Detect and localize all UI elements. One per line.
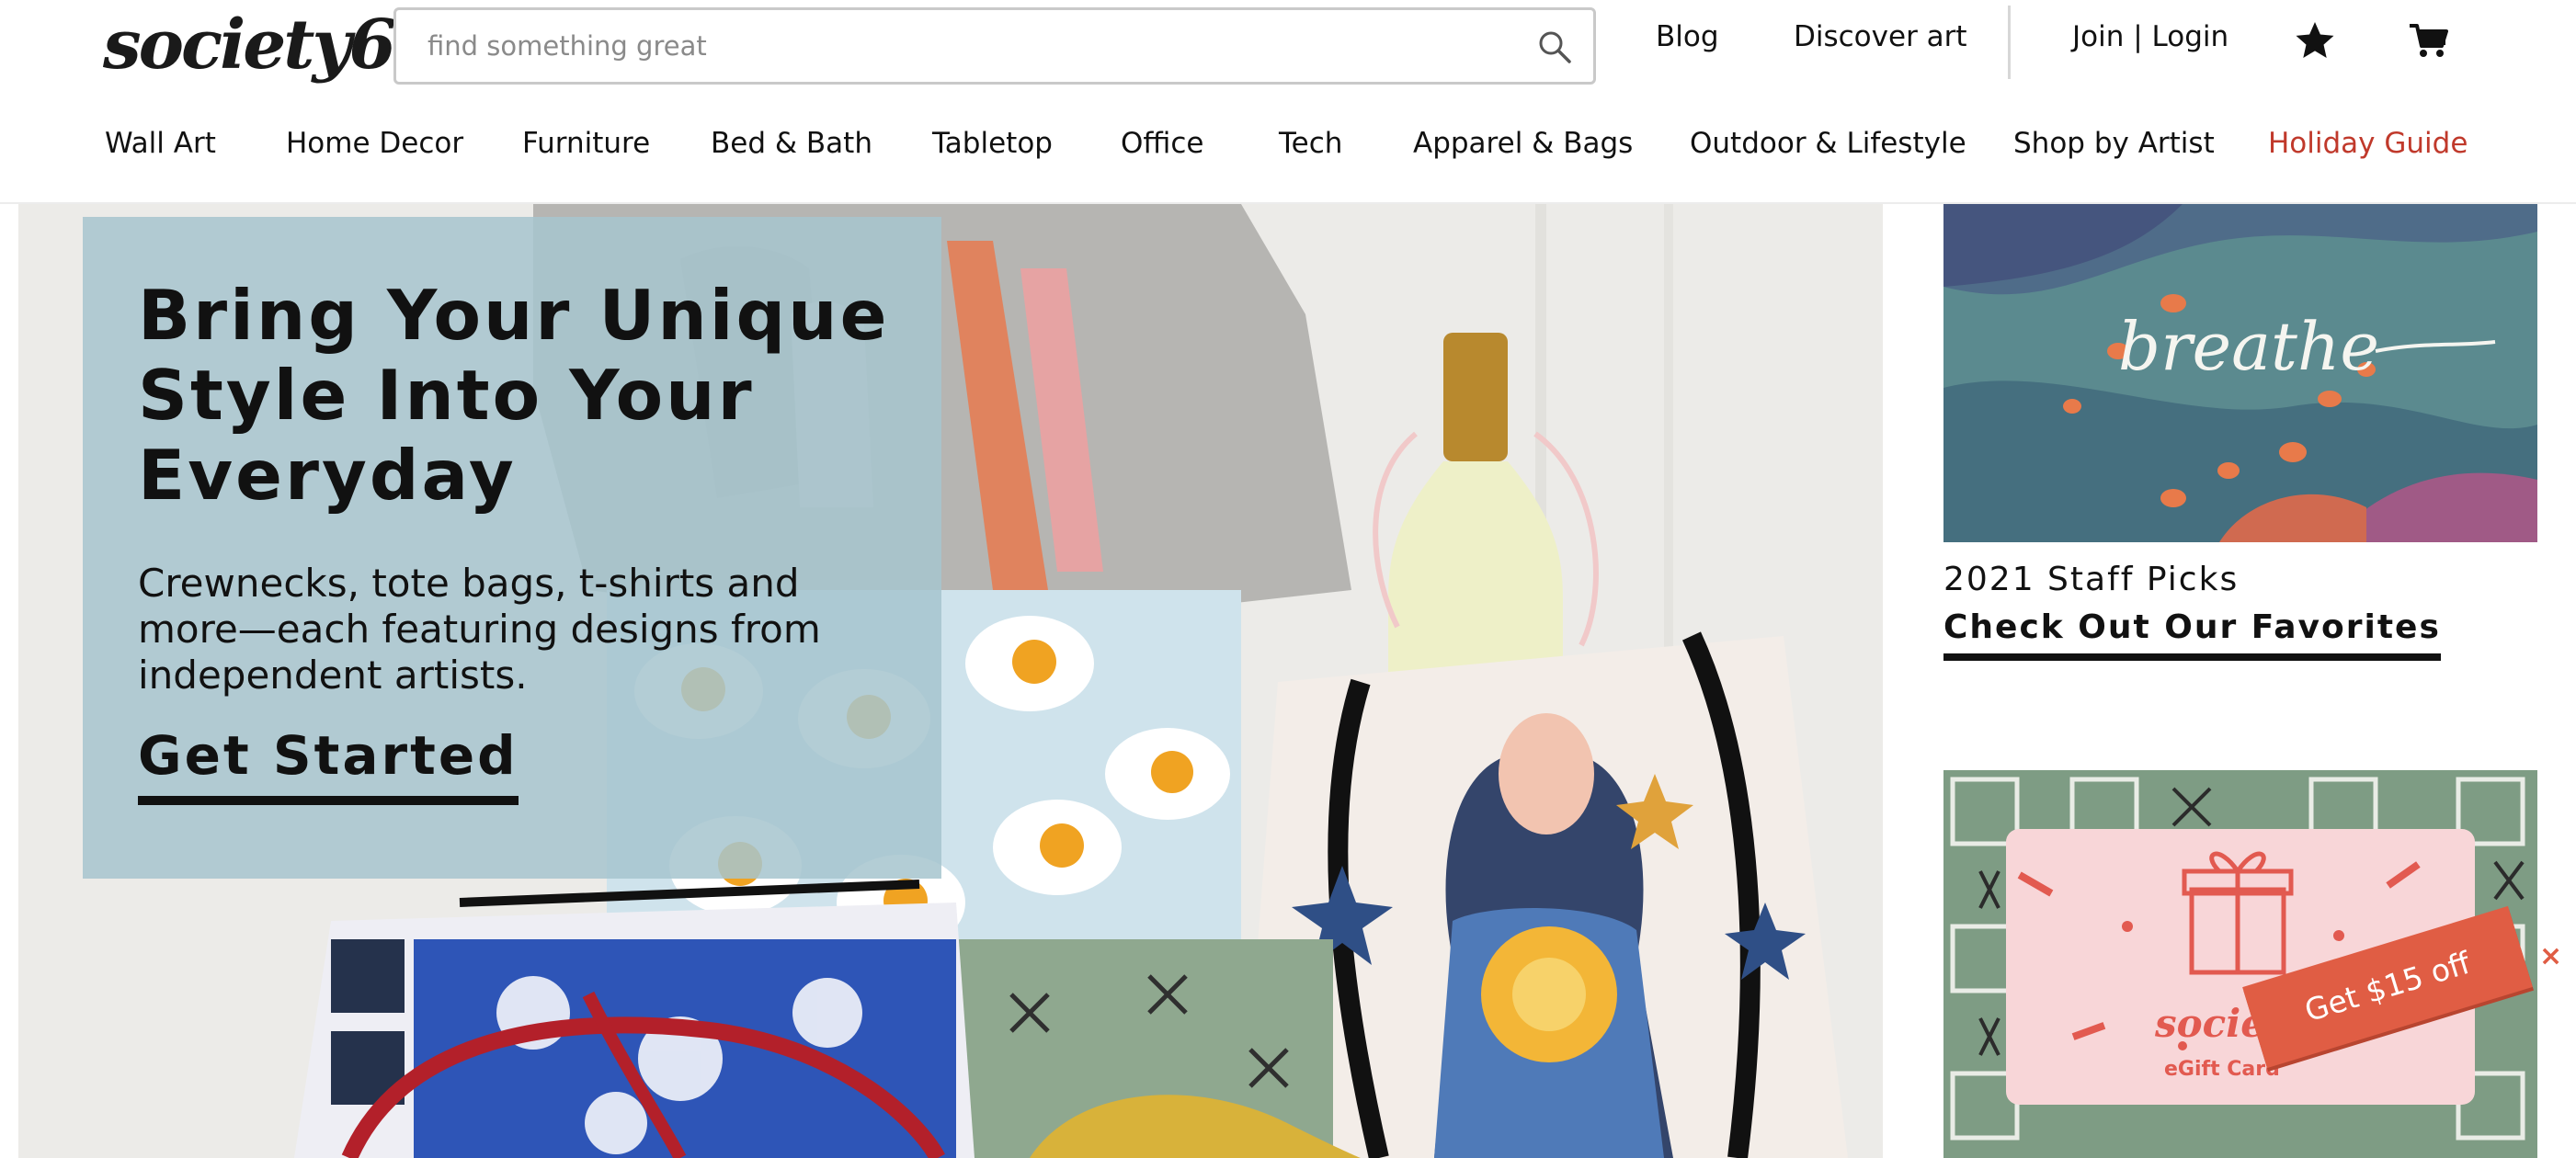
header-divider bbox=[2008, 6, 2011, 79]
close-icon[interactable]: × bbox=[2539, 941, 2562, 972]
search-icon[interactable] bbox=[1536, 28, 1573, 65]
hero-promo-panel: Bring Your Unique Style Into Your Everyd… bbox=[83, 217, 941, 879]
nav-apparel-bags[interactable]: Apparel & Bags bbox=[1413, 127, 1633, 160]
hero-subtitle: Crewnecks, tote bags, t-shirts and more—… bbox=[138, 561, 821, 698]
blog-link[interactable]: Blog bbox=[1656, 20, 1719, 53]
check-out-favorites-link[interactable]: Check Out Our Favorites bbox=[1943, 608, 2441, 661]
nav-wall-art[interactable]: Wall Art bbox=[105, 127, 216, 160]
nav-tabletop[interactable]: Tabletop bbox=[932, 127, 1053, 160]
nav-office[interactable]: Office bbox=[1121, 127, 1204, 160]
hero-banner[interactable]: Bring Your Unique Style Into Your Everyd… bbox=[18, 204, 1883, 1158]
nav-home-decor[interactable]: Home Decor bbox=[286, 127, 463, 160]
discover-art-link[interactable]: Discover art bbox=[1794, 20, 1967, 53]
nav-outdoor-lifestyle[interactable]: Outdoor & Lifestyle bbox=[1690, 127, 1966, 160]
nav-furniture[interactable]: Furniture bbox=[522, 127, 650, 160]
gift-card-label: eGift Card bbox=[2164, 1058, 2280, 1081]
nav-bed-bath[interactable]: Bed & Bath bbox=[711, 127, 872, 160]
society6-logo[interactable]: society6 bbox=[103, 6, 396, 85]
join-login-link[interactable]: Join | Login bbox=[2072, 20, 2228, 53]
nav-holiday-guide[interactable]: Holiday Guide bbox=[2268, 127, 2468, 160]
shopping-cart-icon[interactable] bbox=[2407, 18, 2451, 62]
breathe-artwork: breathe bbox=[1943, 204, 2537, 542]
search-bar bbox=[393, 7, 1596, 85]
nav-tech[interactable]: Tech bbox=[1279, 127, 1342, 160]
star-icon[interactable] bbox=[2293, 18, 2337, 62]
staff-picks-kicker: 2021 Staff Picks bbox=[1943, 561, 2240, 598]
search-input[interactable] bbox=[427, 10, 1512, 82]
category-nav: Wall Art Home Decor Furniture Bed & Bath… bbox=[0, 119, 2576, 176]
hero-title: Bring Your Unique Style Into Your Everyd… bbox=[138, 275, 890, 516]
breathe-text: breathe bbox=[2118, 308, 2379, 385]
staff-picks-image[interactable]: breathe bbox=[1943, 204, 2537, 542]
nav-shop-by-artist[interactable]: Shop by Artist bbox=[2013, 127, 2215, 160]
get-started-link[interactable]: Get Started bbox=[138, 724, 519, 805]
